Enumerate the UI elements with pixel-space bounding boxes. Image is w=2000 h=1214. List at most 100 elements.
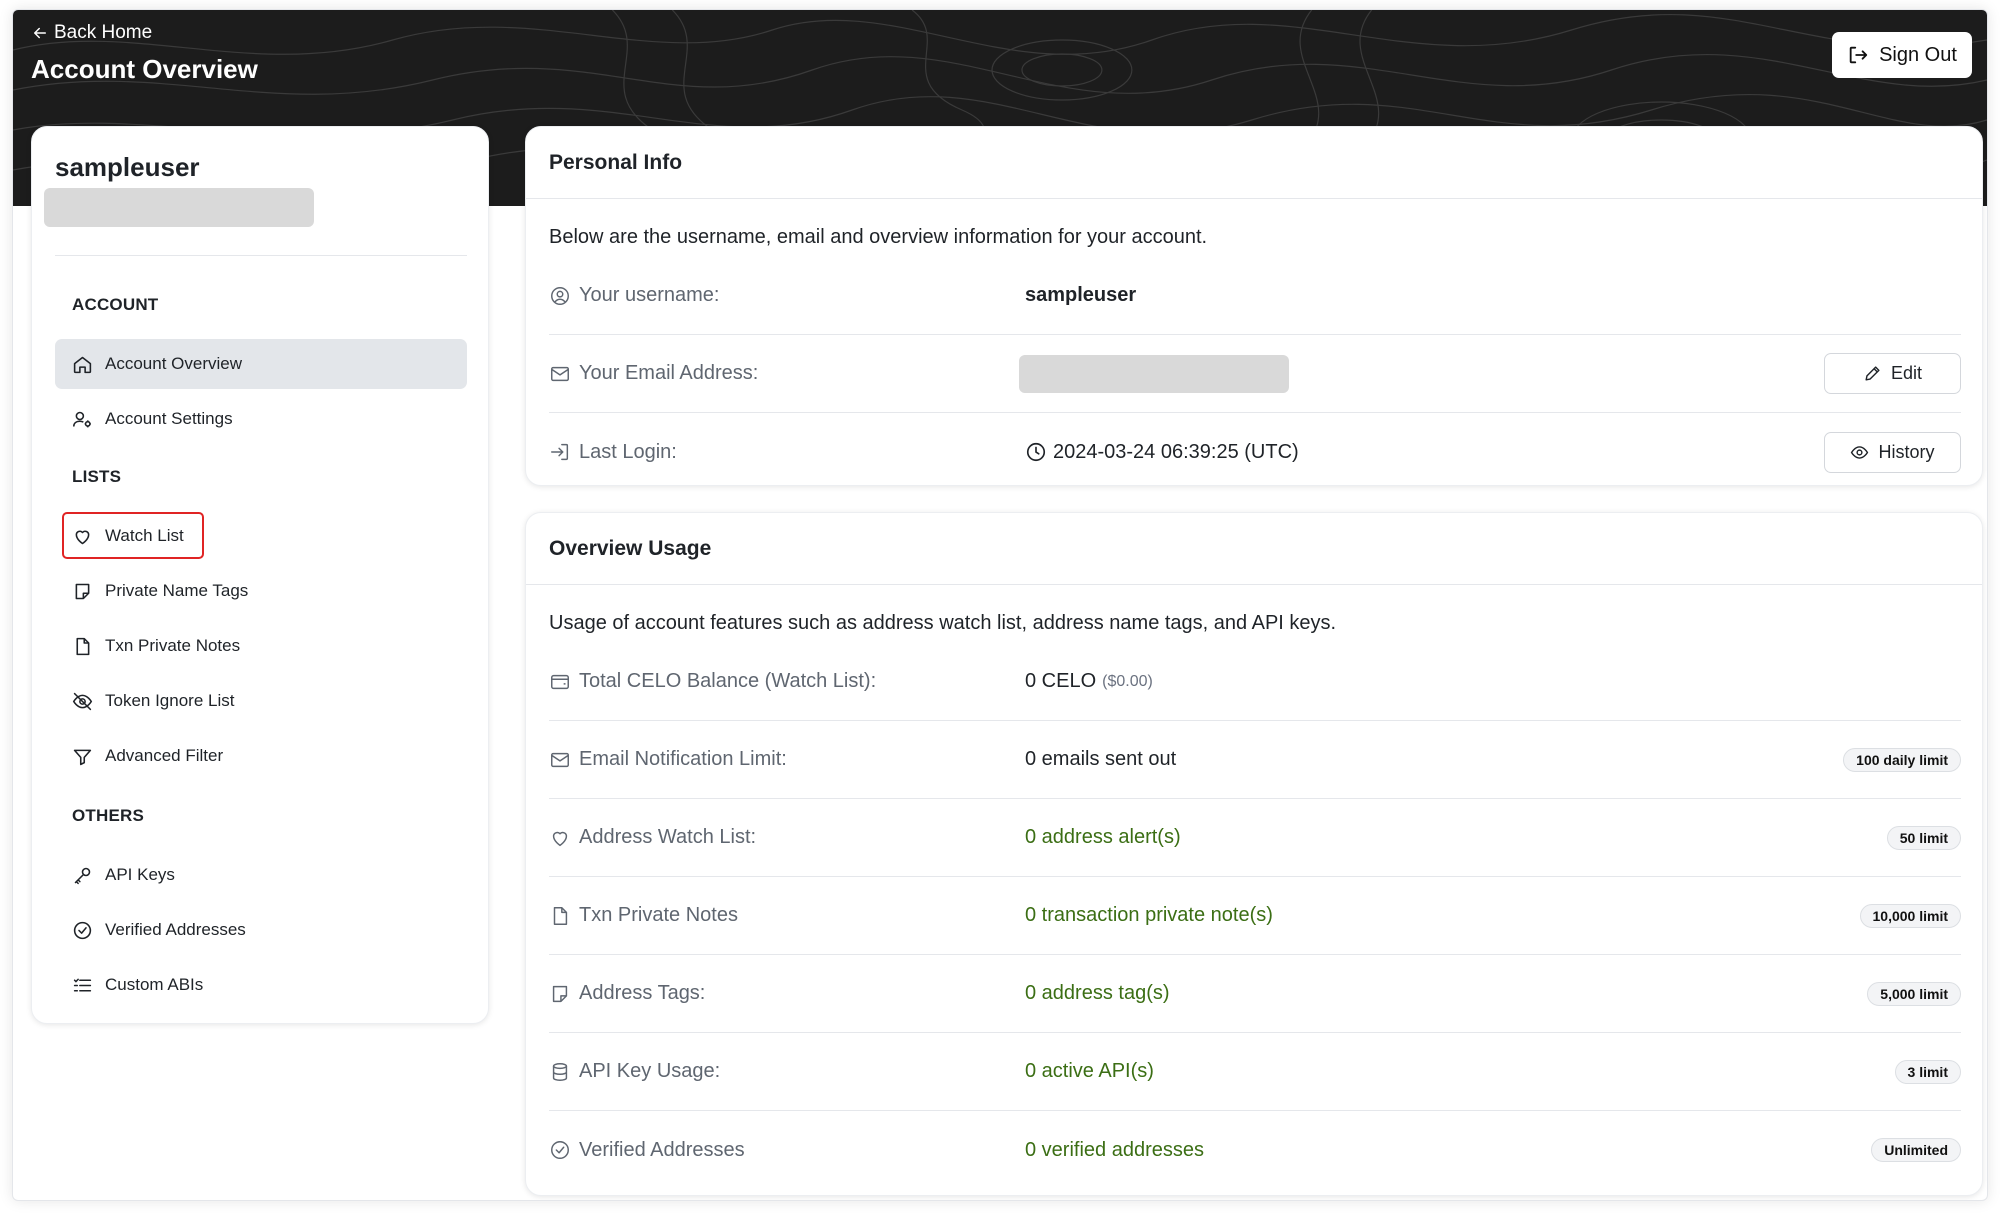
page-title: Account Overview — [31, 54, 258, 84]
usage-label: Address Watch List: — [579, 826, 757, 848]
key-icon — [74, 867, 91, 884]
home-icon — [73, 356, 92, 373]
sidebar-item-label: API Keys — [105, 865, 175, 884]
sticky-note-icon — [75, 583, 90, 599]
check-circle-icon — [73, 921, 92, 939]
email-row: Your Email Address: Edit — [549, 335, 1961, 413]
usage-label: API Key Usage: — [579, 1060, 721, 1082]
overview-usage-description: Usage of account features such as addres… — [549, 612, 1337, 634]
usage-row-verified-addresses: Verified Addresses 0 verified addresses … — [549, 1111, 1961, 1189]
overview-usage-card: Overview Usage Usage of account features… — [525, 512, 1983, 1196]
usage-value: 0 CELO — [1025, 670, 1097, 692]
usage-label: Total CELO Balance (Watch List): — [579, 670, 877, 692]
edit-label: Edit — [1890, 363, 1923, 383]
limit-badge: 3 limit — [1894, 1059, 1961, 1084]
sidebar-username: sampleuser — [55, 152, 200, 182]
sidebar-item-watch-list[interactable]: Watch List — [55, 511, 204, 561]
last-login-label: Last Login: — [579, 440, 677, 463]
username-value: sampleuser — [1025, 284, 1137, 306]
back-home-label: Back Home — [54, 22, 153, 43]
sidebar-item-token-ignore-list[interactable]: Token Ignore List — [55, 676, 467, 726]
personal-info-card: Personal Info Below are the username, em… — [525, 126, 1983, 486]
usage-row-api-key-usage: API Key Usage: 0 active API(s) 3 limit — [549, 1033, 1961, 1111]
card-title: Overview Usage — [526, 513, 1982, 585]
sticky-note-icon — [552, 985, 568, 1002]
limit-badge: 50 limit — [1886, 825, 1961, 850]
sidebar-item-label: Txn Private Notes — [105, 636, 241, 655]
sidebar-item-label: Custom ABIs — [105, 975, 204, 994]
login-icon — [551, 443, 569, 461]
sidebar-item-custom-abis[interactable]: Custom ABIs — [55, 960, 467, 1010]
limit-badge: 5,000 limit — [1867, 981, 1961, 1006]
heart-icon — [552, 831, 568, 846]
usage-value-link[interactable]: 0 address tag(s) — [1025, 982, 1170, 1005]
usage-label: Verified Addresses — [579, 1138, 745, 1161]
usage-row-txn-private-notes: Txn Private Notes 0 transaction private … — [549, 877, 1961, 955]
usage-value-link[interactable]: 0 active API(s) — [1025, 1060, 1154, 1083]
card-title: Personal Info — [526, 127, 1982, 199]
sidebar-item-private-name-tags[interactable]: Private Name Tags — [55, 566, 467, 616]
login-history-button[interactable]: History — [1824, 431, 1961, 473]
redacted-email — [44, 188, 314, 227]
database-icon — [552, 1062, 568, 1081]
sidebar-item-label: Private Name Tags — [105, 581, 249, 600]
sidebar-item-account-overview[interactable]: Account Overview — [55, 339, 467, 389]
user-circle-icon — [551, 286, 569, 305]
account-sidebar: sampleuser ACCOUNT Account Overview Acco… — [31, 126, 489, 1024]
sidebar-item-verified-addresses[interactable]: Verified Addresses — [55, 905, 467, 955]
sidebar-item-advanced-filter[interactable]: Advanced Filter — [55, 731, 467, 781]
personal-info-description: Below are the username, email and overvi… — [549, 226, 1208, 248]
filter-icon — [73, 749, 92, 765]
sidebar-item-label: Token Ignore List — [105, 691, 235, 710]
section-heading-lists: LISTS — [72, 467, 122, 486]
arrow-left-icon — [34, 27, 46, 39]
sign-out-button[interactable]: Sign Out — [1832, 32, 1972, 78]
usage-value-link[interactable]: 0 address alert(s) — [1025, 826, 1181, 849]
username-row: Your username: sampleuser — [549, 257, 1961, 335]
usage-value-link[interactable]: 0 transaction private note(s) — [1025, 904, 1273, 927]
redacted-email-value — [1019, 354, 1289, 393]
sidebar-item-account-settings[interactable]: Account Settings — [55, 394, 467, 444]
usage-label: Address Tags: — [579, 982, 706, 1004]
eye-icon — [1851, 445, 1869, 459]
usage-value-usd: ($0.00) — [1102, 672, 1153, 690]
clock-icon — [1026, 442, 1046, 462]
pencil-icon — [1865, 366, 1880, 381]
sidebar-item-txn-private-notes[interactable]: Txn Private Notes — [55, 621, 467, 671]
file-icon — [553, 906, 568, 925]
usage-value-link[interactable]: 0 verified addresses — [1025, 1139, 1204, 1162]
sign-out-label: Sign Out — [1879, 43, 1957, 66]
limit-badge: 10,000 limit — [1859, 903, 1961, 928]
wallet-icon — [551, 674, 569, 689]
list-check-icon — [73, 978, 92, 992]
usage-row-address-tags: Address Tags: 0 address tag(s) 5,000 lim… — [549, 955, 1961, 1033]
sidebar-item-label: Verified Addresses — [105, 920, 246, 939]
sidebar-item-label: Account Overview — [105, 354, 242, 373]
heart-icon — [75, 530, 90, 544]
back-home-link[interactable]: Back Home — [31, 22, 152, 44]
last-login-value: 2024-03-24 06:39:25 (UTC) — [1053, 440, 1299, 463]
sidebar-item-label: Account Settings — [105, 409, 233, 428]
email-label: Your Email Address: — [579, 362, 759, 384]
mail-icon — [551, 752, 569, 767]
usage-value: 0 emails sent out — [1025, 748, 1177, 770]
limit-badge: 100 daily limit — [1843, 747, 1961, 772]
history-label: History — [1878, 441, 1935, 462]
sidebar-item-label: Advanced Filter — [105, 746, 224, 765]
username-label: Your username: — [579, 284, 720, 306]
user-settings-icon — [72, 411, 91, 427]
sidebar-item-api-keys[interactable]: API Keys — [55, 850, 467, 900]
sidebar-divider — [55, 255, 467, 256]
mail-icon — [551, 366, 569, 381]
last-login-row: Last Login: 2024-03-24 06:39:25 (UTC) Hi… — [549, 413, 1961, 485]
check-circle-icon — [551, 1141, 569, 1159]
usage-row-celo-balance: Total CELO Balance (Watch List): 0 CELO … — [549, 643, 1961, 721]
usage-row-email-notification: Email Notification Limit: 0 emails sent … — [549, 721, 1961, 799]
sign-out-icon — [1849, 46, 1868, 64]
usage-label: Email Notification Limit: — [579, 748, 787, 770]
usage-row-address-watch-list: Address Watch List: 0 address alert(s) 5… — [549, 799, 1961, 877]
usage-label: Txn Private Notes — [579, 904, 738, 926]
edit-email-button[interactable]: Edit — [1824, 353, 1961, 394]
sidebar-item-label: Watch List — [105, 526, 184, 545]
section-heading-account: ACCOUNT — [72, 295, 159, 314]
